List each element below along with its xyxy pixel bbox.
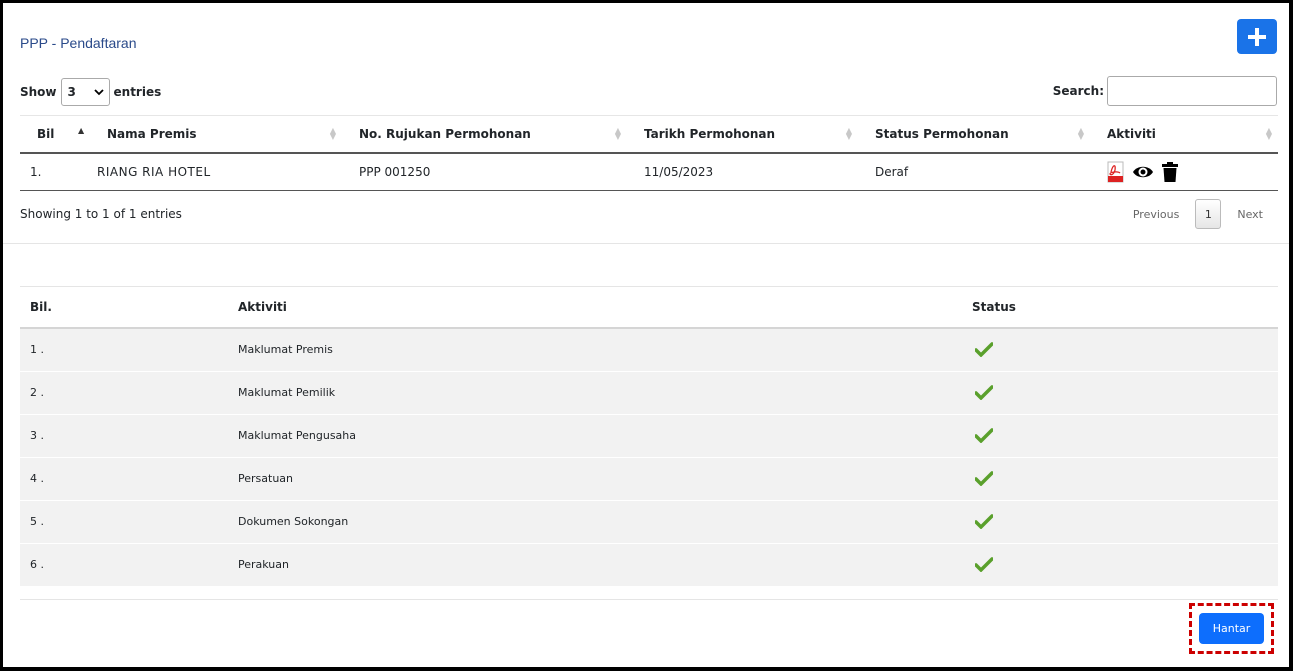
section-divider bbox=[3, 243, 1289, 244]
header-nama-premis[interactable]: Nama Premis ▲ ▼ bbox=[90, 115, 342, 154]
cell-status: Deraf bbox=[858, 152, 1090, 191]
checkmark-icon bbox=[975, 514, 993, 529]
activity-bil: 3 . bbox=[20, 413, 228, 457]
activity-table: Bil. Aktiviti Status 1 . Maklumat Premis 2… bbox=[20, 287, 1278, 586]
checkmark-icon bbox=[975, 428, 993, 443]
search-label: Search: bbox=[1052, 84, 1104, 98]
sort-icon: ▲ ▼ bbox=[1265, 126, 1272, 141]
activity-name: Persatuan bbox=[228, 456, 962, 500]
trash-icon[interactable] bbox=[1162, 161, 1178, 182]
activity-status bbox=[962, 327, 1278, 371]
add-button[interactable] bbox=[1237, 19, 1277, 54]
next-button[interactable]: Next bbox=[1227, 208, 1273, 221]
applications-table: Bil ▲ Nama Premis ▲ ▼ No. Rujukan Permohona… bbox=[20, 115, 1278, 191]
entries-control: Show 3 entries bbox=[20, 77, 161, 107]
activity-bil: 6 . bbox=[20, 542, 228, 586]
list-item: 4 . Persatuan bbox=[20, 456, 1278, 500]
header-tarikh[interactable]: Tarikh Permohonan ▲ ▼ bbox=[627, 115, 858, 154]
sort-icon: ▲ ▼ bbox=[329, 126, 336, 141]
app-frame: PPP - Pendaftaran Show 3 entries Search:… bbox=[3, 3, 1289, 667]
checkmark-icon bbox=[975, 557, 993, 573]
search-control: Search: bbox=[1053, 76, 1277, 106]
list-item: 5 . Dokumen Sokongan bbox=[20, 499, 1278, 543]
activity-bil: 1 . bbox=[20, 327, 228, 371]
plus-icon bbox=[1248, 27, 1266, 46]
checkmark-icon bbox=[975, 385, 993, 400]
activity-status bbox=[962, 456, 1278, 500]
showing-info: Showing 1 to 1 of 1 entries bbox=[20, 207, 182, 221]
activity-name: Maklumat Premis bbox=[228, 327, 962, 371]
activity-bil: 2 . bbox=[20, 370, 228, 414]
list-item: 6 . Perakuan bbox=[20, 542, 1278, 586]
activity-name: Maklumat Pengusaha bbox=[228, 413, 962, 457]
sort-icon: ▲ ▼ bbox=[614, 126, 621, 141]
chevron-down-icon bbox=[93, 88, 104, 95]
sort-asc-icon: ▲ bbox=[78, 126, 85, 135]
cell-tarikh: 11/05/2023 bbox=[627, 152, 858, 191]
list-item: 1 . Maklumat Premis bbox=[20, 327, 1278, 371]
show-label: Show bbox=[20, 85, 57, 99]
header-aktiviti: Aktiviti bbox=[228, 287, 962, 329]
activity-bil: 4 . bbox=[20, 456, 228, 500]
activity-name: Perakuan bbox=[228, 542, 962, 586]
list-item: 3 . Maklumat Pengusaha bbox=[20, 413, 1278, 457]
header-status[interactable]: Status Permohonan ▲ ▼ bbox=[858, 115, 1090, 154]
cell-nama-premis: RIANG RIA HOTEL bbox=[90, 152, 342, 191]
hantar-button[interactable]: Hantar bbox=[1199, 613, 1264, 644]
activity-status bbox=[962, 413, 1278, 457]
pagination: Previous 1 Next bbox=[1123, 199, 1273, 229]
header-no-rujukan[interactable]: No. Rujukan Permohonan ▲ ▼ bbox=[342, 115, 627, 154]
cell-rujukan: PPP 001250 bbox=[342, 152, 627, 191]
entries-value: 3 bbox=[67, 85, 76, 99]
header-status: Status bbox=[962, 287, 1278, 329]
checkmark-icon bbox=[975, 471, 993, 486]
previous-button[interactable]: Previous bbox=[1123, 208, 1190, 221]
checkmark-icon bbox=[975, 342, 993, 358]
search-input[interactable] bbox=[1107, 76, 1277, 106]
table-row: 1. RIANG RIA HOTEL PPP 001250 11/05/2023… bbox=[20, 152, 1278, 191]
header-aktiviti[interactable]: Aktiviti ▲ ▼ bbox=[1090, 115, 1278, 154]
page-title: PPP - Pendaftaran bbox=[20, 35, 137, 51]
entries-select[interactable]: 3 bbox=[60, 78, 110, 106]
activity-name: Maklumat Pemilik bbox=[228, 370, 962, 414]
cell-bil: 1. bbox=[20, 152, 90, 191]
activity-bil: 5 . bbox=[20, 499, 228, 543]
pdf-icon[interactable] bbox=[1107, 161, 1124, 183]
cell-actions bbox=[1090, 152, 1278, 191]
activity-status bbox=[962, 542, 1278, 586]
list-item: 2 . Maklumat Pemilik bbox=[20, 370, 1278, 414]
activity-status bbox=[962, 499, 1278, 543]
activity-status bbox=[962, 370, 1278, 414]
sort-icon: ▲ ▼ bbox=[845, 126, 852, 141]
header-bil: Bil. bbox=[20, 287, 228, 329]
highlight-box: Hantar bbox=[1189, 603, 1274, 654]
header-bil[interactable]: Bil ▲ bbox=[20, 115, 90, 154]
eye-icon[interactable] bbox=[1132, 164, 1154, 180]
page-button-1[interactable]: 1 bbox=[1195, 199, 1222, 229]
section-divider bbox=[20, 599, 1278, 600]
entries-label: entries bbox=[113, 85, 162, 99]
sort-icon: ▲ ▼ bbox=[1077, 126, 1084, 141]
activity-name: Dokumen Sokongan bbox=[228, 499, 962, 543]
